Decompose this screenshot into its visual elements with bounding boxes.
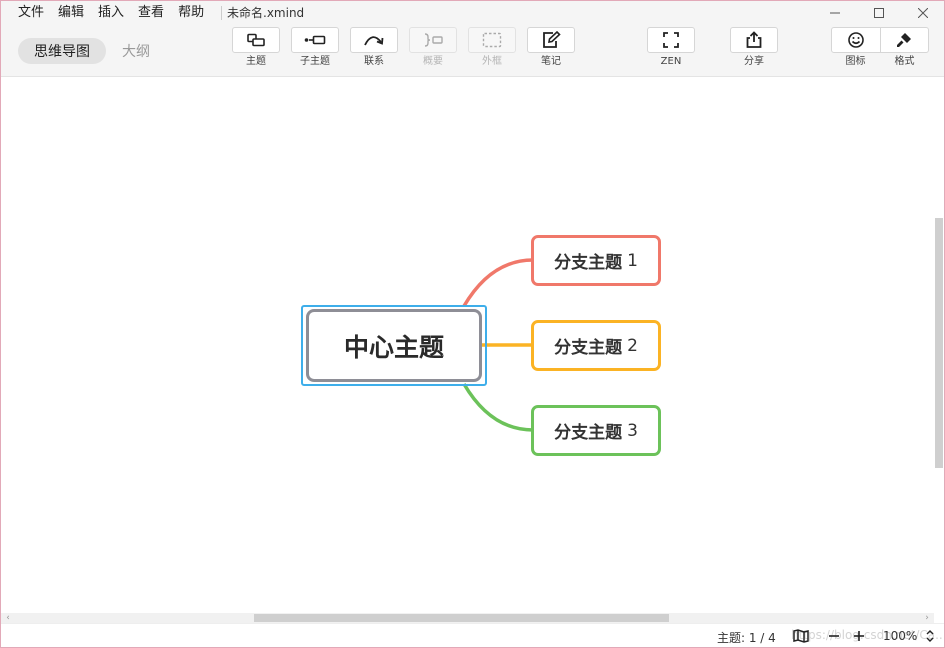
branch-topic-number: 1 (627, 250, 638, 271)
format-brush-icon (897, 33, 912, 47)
close-button[interactable] (901, 1, 944, 25)
share-button[interactable] (730, 27, 778, 53)
branch-topic-text: 分支主题 (554, 253, 623, 273)
summary-tool: 概要 (409, 27, 457, 68)
branch-topic-1[interactable]: 分支主题 1 (531, 235, 661, 286)
chevron-updown-icon (926, 630, 934, 642)
connector-3 (462, 383, 534, 432)
menu-bar: 文件 编辑 插入 查看 帮助 (11, 5, 211, 21)
view-switch: 思维导图 大纲 (18, 38, 150, 64)
format-label: 格式 (894, 56, 915, 67)
menu-file[interactable]: 文件 (11, 5, 51, 21)
app-window: 文件 编辑 插入 查看 帮助 未命名.xmind 思维导图 大纲 主题 子主题 … (0, 0, 945, 648)
branch-topic-3[interactable]: 分支主题 3 (531, 405, 661, 456)
subtopic-icon (304, 35, 326, 45)
note-pencil-icon (543, 31, 561, 48)
relationship-curve-icon (364, 36, 384, 46)
title-separator (221, 6, 222, 20)
tab-mindmap[interactable]: 思维导图 (18, 38, 106, 64)
topic-count: 主题: 1 / 4 (717, 631, 776, 645)
share-tool: 分享 (730, 27, 778, 68)
connector-1 (462, 258, 534, 307)
horizontal-scrollbar[interactable]: ‹ › (1, 613, 934, 623)
minimize-button[interactable] (813, 1, 857, 25)
share-upload-icon (746, 31, 762, 48)
branch-topic-text: 分支主题 (554, 338, 623, 358)
boundary-tool: 外框 (468, 27, 516, 68)
subtopic-button[interactable] (291, 27, 339, 53)
boundary-label: 外框 (482, 56, 502, 67)
smiley-icon (847, 32, 864, 48)
summary-brace-icon (424, 33, 443, 47)
title-bar: 文件 编辑 插入 查看 帮助 未命名.xmind (1, 1, 944, 25)
summary-button[interactable] (409, 27, 457, 53)
map-book-icon (793, 629, 809, 643)
map-view-button[interactable] (793, 628, 809, 644)
summary-label: 概要 (423, 56, 443, 67)
document-title: 未命名.xmind (227, 6, 305, 20)
branch-topic-number: 3 (627, 420, 638, 441)
zoom-in-button[interactable] (851, 628, 867, 644)
maximize-button[interactable] (857, 1, 901, 25)
scroll-left-arrow-icon[interactable]: ‹ (3, 613, 13, 623)
icon-button[interactable] (832, 28, 880, 52)
boundary-button[interactable] (468, 27, 516, 53)
menu-insert[interactable]: 插入 (91, 5, 131, 21)
menu-view[interactable]: 查看 (131, 5, 171, 21)
relationship-tool: 联系 (350, 27, 398, 68)
zen-label: ZEN (660, 56, 682, 67)
plus-icon (854, 631, 864, 641)
menu-edit[interactable]: 编辑 (51, 5, 91, 21)
branch-topic-text: 分支主题 (554, 423, 623, 443)
subtopic-tool: 子主题 (291, 27, 339, 68)
boundary-icon (482, 32, 502, 48)
subtopic-label: 子主题 (300, 56, 330, 67)
status-bar: https://blog.csdn.net/Ca... 主题: 1 / 4 10… (1, 623, 944, 647)
zoom-out-button[interactable] (826, 628, 842, 644)
horizontal-scroll-thumb[interactable] (254, 614, 669, 622)
close-icon (918, 8, 928, 18)
topic-icon (247, 33, 265, 47)
branch-topic-number: 2 (627, 335, 638, 356)
topic-button[interactable] (232, 27, 280, 53)
toolbar: 思维导图 大纲 主题 子主题 联系 概要 外框 笔记 ZEN 分享 图标 格式 (1, 25, 944, 77)
icon-format-tools: 图标 格式 (831, 27, 929, 68)
minimize-icon (830, 12, 840, 14)
note-button[interactable] (527, 27, 575, 53)
share-label: 分享 (744, 56, 764, 67)
scroll-right-arrow-icon[interactable]: › (922, 613, 932, 623)
minus-icon (829, 635, 839, 637)
zoom-level[interactable]: 100% (883, 629, 917, 643)
fullscreen-icon (663, 32, 679, 48)
central-topic[interactable]: 中心主题 (306, 309, 482, 382)
vertical-scrollbar[interactable] (934, 78, 944, 613)
topic-tool: 主题 (232, 27, 280, 68)
note-tool: 笔记 (527, 27, 575, 68)
format-button[interactable] (879, 28, 929, 52)
topic-label: 主题 (246, 56, 266, 67)
zen-button[interactable] (647, 27, 695, 53)
icon-label: 图标 (845, 56, 866, 67)
note-label: 笔记 (541, 56, 561, 67)
relationship-label: 联系 (364, 56, 384, 67)
vertical-scroll-thumb[interactable] (935, 218, 943, 468)
maximize-icon (874, 8, 884, 18)
menu-help[interactable]: 帮助 (171, 5, 211, 21)
zoom-stepper[interactable] (922, 628, 938, 644)
zen-tool: ZEN (647, 27, 695, 68)
tab-outline[interactable]: 大纲 (122, 41, 150, 61)
relationship-button[interactable] (350, 27, 398, 53)
branch-topic-2[interactable]: 分支主题 2 (531, 320, 661, 371)
mindmap-canvas[interactable]: 中心主题 分支主题 1 分支主题 2 分支主题 3 (1, 78, 944, 613)
